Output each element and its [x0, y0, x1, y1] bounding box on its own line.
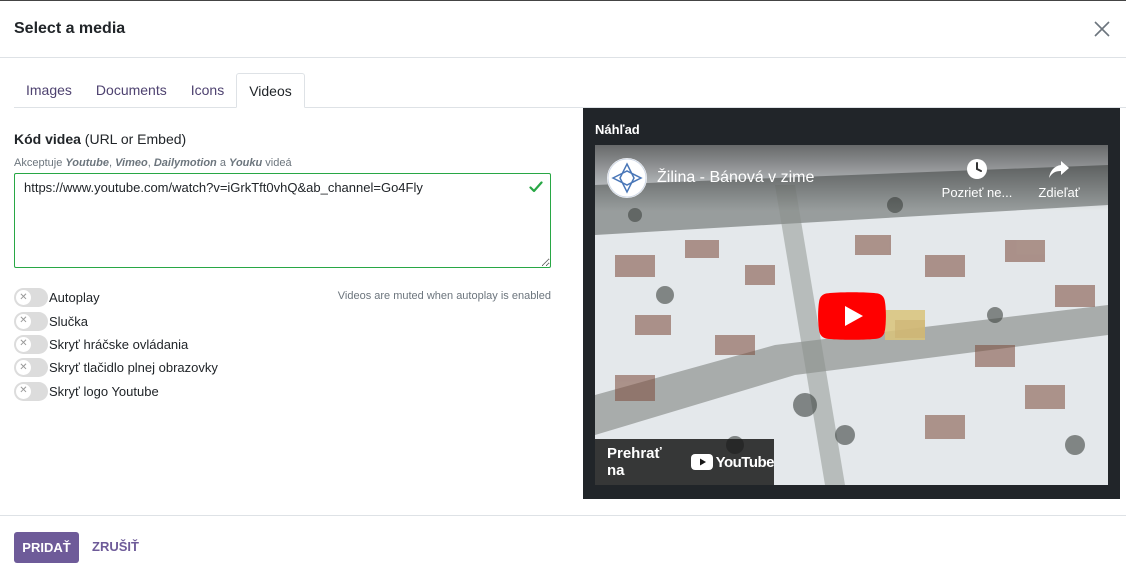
media-dialog: Select a media Images Documents Icons Vi…: [0, 0, 1126, 577]
channel-logo-icon: [607, 158, 647, 198]
tab-videos[interactable]: Videos: [236, 73, 305, 108]
video-code-help: Akceptuje Youtube, Vimeo, Dailymotion a …: [14, 157, 292, 169]
x-icon: ✕: [16, 360, 31, 376]
preview-title: Náhľad: [595, 122, 640, 137]
youtube-logo: YouTube: [690, 453, 775, 471]
watch-later-label: Pozrieť ne...: [941, 185, 1013, 200]
close-button[interactable]: [1092, 19, 1112, 39]
check-icon: [529, 181, 543, 193]
loop-switch[interactable]: ✕: [14, 311, 48, 331]
share-icon: [1049, 161, 1069, 178]
x-icon: ✕: [16, 336, 31, 352]
video-player[interactable]: Žilina - Bánová v zime Pozrieť ne... Zdi…: [595, 145, 1108, 485]
hide-fullscreen-switch[interactable]: ✕: [14, 358, 48, 378]
x-icon: ✕: [16, 290, 31, 306]
close-icon: [1094, 21, 1110, 37]
watch-on-label: Prehrať na: [607, 445, 662, 479]
dialog-title: Select a media: [14, 20, 126, 37]
toggle-hide-fullscreen: ✕ Skryť tlačidlo plnej obrazovky: [14, 356, 551, 379]
add-button[interactable]: PRIDAŤ: [14, 532, 79, 563]
share-label: Zdieľať: [1038, 185, 1080, 200]
autoplay-switch[interactable]: ✕: [14, 288, 48, 308]
video-code-field: [14, 173, 551, 268]
youtube-play-icon: [690, 454, 713, 470]
toggle-label: Slučka: [49, 313, 89, 329]
toggle-loop: ✕ Slučka: [14, 309, 551, 332]
x-icon: ✕: [16, 383, 31, 399]
toggle-label: Skryť tlačidlo plnej obrazovky: [49, 360, 218, 376]
preview-panel: Náhľad Žilina - Bánová v zime Pozrieť ne…: [583, 108, 1120, 499]
toggle-label: Autoplay: [49, 290, 100, 306]
x-icon: ✕: [16, 313, 31, 329]
hide-controls-switch[interactable]: ✕: [14, 334, 48, 354]
play-icon[interactable]: [818, 292, 886, 340]
video-code-label: Kód videa (URL or Embed): [14, 131, 187, 147]
toggle-label: Skryť hráčske ovládania: [49, 336, 189, 352]
toggle-hide-logo: ✕ Skryť logo Youtube: [14, 380, 551, 403]
video-title[interactable]: Žilina - Bánová v zime: [657, 169, 814, 187]
autoplay-note: Videos are muted when autoplay is enable…: [337, 290, 551, 302]
share-button[interactable]: Zdieľať: [1019, 157, 1099, 200]
youtube-wordmark: YouTube: [715, 453, 775, 471]
tab-documents[interactable]: Documents: [84, 73, 179, 107]
video-form: Kód videa (URL or Embed) Akceptuje Youtu…: [14, 131, 551, 403]
tab-icons[interactable]: Icons: [179, 73, 236, 107]
cancel-button[interactable]: ZRUŠIŤ: [92, 539, 139, 554]
toggle-label: Skryť logo Youtube: [49, 383, 159, 399]
media-tabs: Images Documents Icons Videos: [14, 73, 1126, 108]
hide-logo-switch[interactable]: ✕: [14, 381, 48, 401]
dialog-footer: PRIDAŤ ZRUŠIŤ: [0, 515, 1126, 577]
dialog-header: Select a media: [0, 1, 1126, 58]
watch-on-youtube-button[interactable]: Prehrať na YouTube: [595, 439, 775, 485]
channel-avatar[interactable]: [607, 158, 647, 198]
watch-later-button[interactable]: Pozrieť ne...: [937, 157, 1017, 200]
clock-icon: [967, 159, 987, 179]
video-options: Videos are muted when autoplay is enable…: [14, 286, 551, 403]
toggle-hide-controls: ✕ Skryť hráčske ovládania: [14, 333, 551, 356]
video-url-input[interactable]: [14, 173, 551, 268]
tab-images[interactable]: Images: [14, 73, 84, 107]
